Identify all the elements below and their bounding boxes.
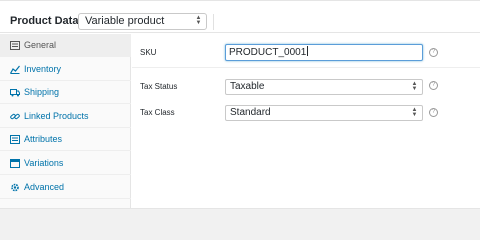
sku-label: SKU (140, 48, 157, 57)
tab-attributes-label: Attributes (24, 134, 63, 144)
truck-icon (10, 89, 20, 97)
sku-help-icon[interactable]: ? (429, 48, 438, 57)
tab-shipping-label: Shipping (24, 87, 60, 97)
tab-general-label: General (24, 40, 57, 50)
panel-footer-gap (0, 208, 480, 214)
tab-advanced-label: Advanced (24, 182, 65, 192)
tax-class-value: Standard (230, 107, 271, 118)
tab-attributes[interactable]: Attributes (0, 128, 131, 151)
tab-variations-label: Variations (24, 158, 64, 168)
section-divider (132, 67, 480, 68)
gear-icon (11, 183, 19, 192)
tab-inventory[interactable]: Inventory (0, 58, 131, 81)
product-data-panel: Product Data — Variable product ▲ ▼ Gener… (0, 0, 480, 209)
tab-advanced[interactable]: Advanced (0, 176, 131, 199)
product-type-value: Variable product (85, 15, 165, 27)
tab-general[interactable]: General (0, 34, 131, 57)
link-icon (10, 113, 20, 120)
select-arrows-icon: ▲ ▼ (411, 107, 418, 118)
tab-linked-products-label: Linked Products (24, 111, 89, 121)
tax-class-help-icon[interactable]: ? (429, 108, 438, 117)
tab-inventory-label: Inventory (24, 64, 62, 74)
select-arrows-icon: ▲ ▼ (195, 15, 202, 26)
text-cursor (307, 46, 309, 56)
tab-variations[interactable]: Variations (0, 152, 131, 175)
general-panel: SKU PRODUCT_0001 ? Tax Status Taxable ▲ ▼… (132, 34, 480, 209)
tax-status-help-icon[interactable]: ? (429, 81, 438, 90)
list-icon (10, 135, 20, 144)
product-data-tabs: General Inventory Shipping Linked Produc… (0, 34, 131, 209)
sku-input[interactable]: PRODUCT_0001 (225, 44, 423, 61)
panel-header: Product Data — Variable product ▲ ▼ (0, 1, 480, 33)
grid-icon (10, 159, 20, 168)
tax-class-label: Tax Class (140, 108, 175, 117)
product-type-select[interactable]: Variable product ▲ ▼ (78, 13, 207, 30)
wrench-icon (10, 41, 20, 50)
tax-class-select[interactable]: Standard ▲ ▼ (225, 105, 423, 121)
header-divider (213, 14, 214, 30)
tab-linked-products[interactable]: Linked Products (0, 105, 131, 128)
select-arrows-icon: ▲ ▼ (411, 81, 418, 92)
tax-status-label: Tax Status (140, 82, 178, 91)
tax-status-select[interactable]: Taxable ▲ ▼ (225, 79, 423, 95)
tax-status-value: Taxable (230, 81, 265, 92)
tab-shipping[interactable]: Shipping (0, 81, 131, 104)
inventory-icon (10, 65, 20, 74)
sku-value: PRODUCT_0001 (229, 47, 307, 58)
